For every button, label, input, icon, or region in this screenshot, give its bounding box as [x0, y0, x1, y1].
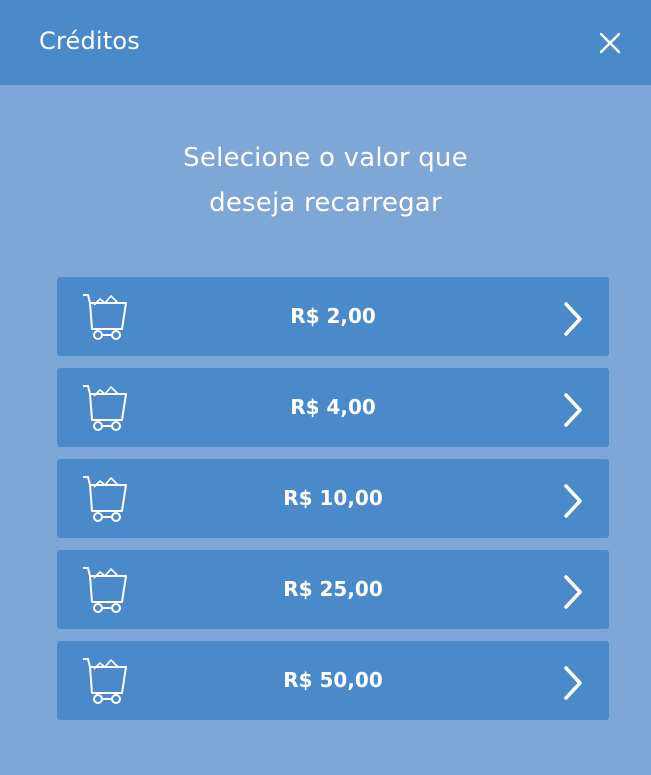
credit-option-label: R$ 25,00 — [283, 577, 383, 601]
credit-option-50[interactable]: R$ 50,00 — [57, 641, 609, 720]
credit-option-label: R$ 2,00 — [290, 304, 376, 328]
credit-option-2[interactable]: R$ 2,00 — [57, 277, 609, 356]
dialog-title: Créditos — [39, 27, 140, 55]
recharge-prompt: Selecione o valor que deseja recarregar — [0, 136, 651, 226]
credit-option-label: R$ 50,00 — [283, 668, 383, 692]
credit-option-4[interactable]: R$ 4,00 — [57, 368, 609, 447]
credits-dialog: Créditos Selecione o valor que deseja re… — [0, 0, 651, 775]
chevron-right-icon — [560, 392, 586, 428]
credit-option-label: R$ 4,00 — [290, 395, 376, 419]
prompt-line-1: Selecione o valor que — [183, 143, 468, 173]
dialog-header: Créditos — [0, 0, 651, 85]
chevron-right-icon — [560, 483, 586, 519]
credit-option-10[interactable]: R$ 10,00 — [57, 459, 609, 538]
close-icon — [599, 32, 621, 54]
credit-option-25[interactable]: R$ 25,00 — [57, 550, 609, 629]
prompt-line-2: deseja recarregar — [209, 188, 442, 218]
credit-options-list: R$ 2,00 R$ 4,00 R$ 10,00 R$ 25,00 R$ 50,… — [57, 277, 609, 732]
credit-option-label: R$ 10,00 — [283, 486, 383, 510]
chevron-right-icon — [560, 574, 586, 610]
chevron-right-icon — [560, 301, 586, 337]
close-button[interactable] — [596, 29, 624, 57]
chevron-right-icon — [560, 665, 586, 701]
